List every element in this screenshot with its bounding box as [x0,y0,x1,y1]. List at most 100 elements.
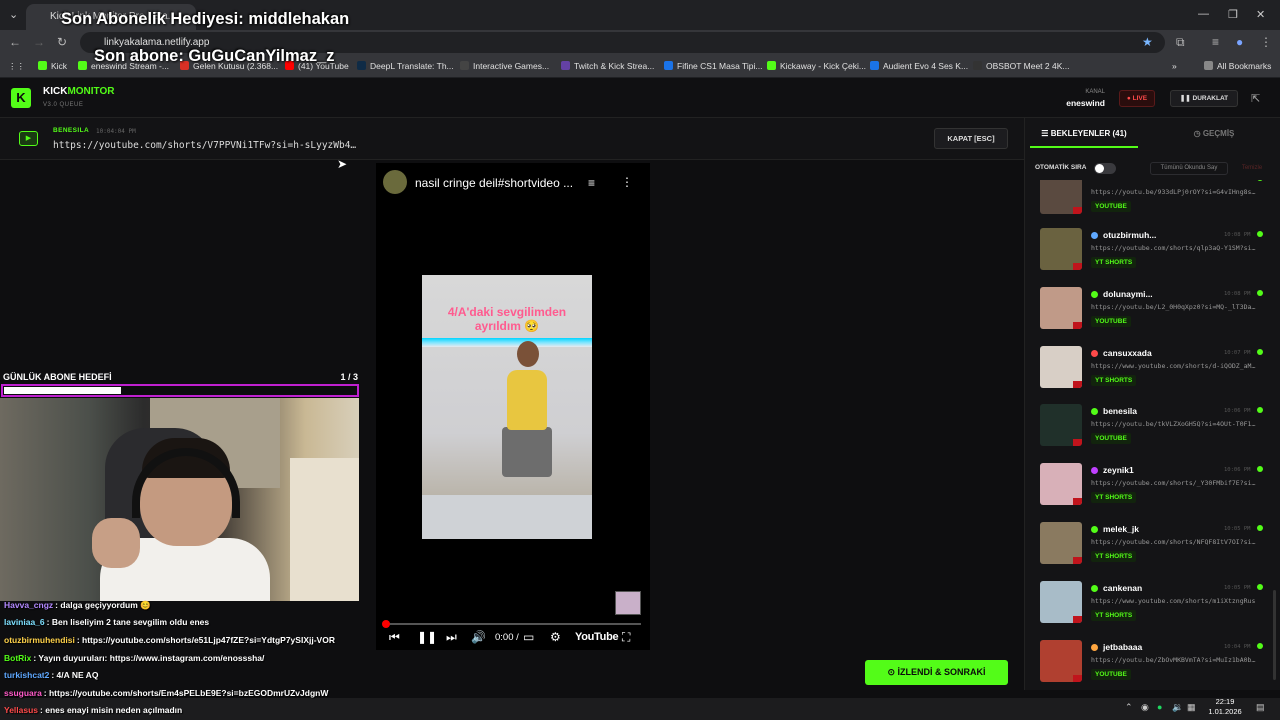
tab-waiting[interactable]: ☰ BEKLEYENLER (41) [1030,122,1138,148]
mark-all-read-button[interactable]: Tümünü Okundu Say [1150,162,1228,175]
bookmark-item[interactable]: Fifine CS1 Masa Tipi... [664,61,763,71]
queue-item[interactable]: melek_jk 10:05 PM https://youtube.com/shor… [1028,518,1272,576]
chat-text: : enes enayi misin neden açılmadın [40,705,183,715]
queue-thumbnail[interactable] [1040,287,1082,329]
clear-button[interactable]: Temizle [1232,162,1272,175]
queue-type-badge: YT SHORTS [1091,257,1137,268]
next-icon[interactable]: ⏭ [446,630,457,645]
queue-item[interactable]: jetbabaaa 10:04 PM https://youtu.be/ZbOvMK… [1028,636,1272,688]
media-icon[interactable]: ≡ [1212,35,1219,49]
all-bookmarks[interactable]: All Bookmarks [1204,61,1271,71]
tray-app-icon[interactable]: ◉ [1141,702,1149,713]
youtube-icon [1073,557,1082,564]
forward-icon[interactable]: → [33,35,45,49]
more-bookmarks-icon[interactable]: » [1172,61,1177,71]
youtube-icon [1073,439,1082,446]
youtube-icon [1073,322,1082,329]
queue-thumbnail[interactable] [1040,404,1082,446]
extensions-icon[interactable]: ⧉ [1176,35,1185,50]
profile-icon[interactable]: ● [1236,35,1243,49]
captions-icon[interactable]: ▭ [523,630,534,644]
channel-avatar[interactable] [383,170,407,194]
video-progress-bar[interactable] [385,623,641,625]
playlist-add-icon[interactable]: ≡ [588,176,595,190]
pause-icon[interactable]: ❚❚ [417,630,437,644]
queue-scrollbar[interactable] [1272,180,1277,688]
queue-thumbnail[interactable] [1040,346,1082,388]
volume-tray-icon[interactable]: 🔉 [1172,702,1183,713]
bookmark-item[interactable]: Kick [38,61,67,71]
minimize-icon[interactable]: — [1198,8,1209,20]
queue-item[interactable]: zeynik1 10:06 PM https://youtube.com/short… [1028,459,1272,517]
video-frame[interactable]: 4/A'daki sevgilimden ayrıldım 🥺 [422,275,592,539]
queue-item[interactable]: otuzbirmuh... 10:08 PM https://youtube.com… [1028,224,1272,282]
settings-gear-icon[interactable]: ⚙ [550,630,561,644]
bookmark-star-icon[interactable]: ★ [1142,35,1153,49]
reload-icon[interactable]: ↻ [57,35,67,49]
brand-title: KICKMONITOR [43,86,115,97]
notification-icon[interactable]: ▤ [1256,702,1265,713]
auto-queue-toggle[interactable] [1094,163,1116,174]
queue-item[interactable]: dolunaymi... 10:08 PM https://youtu.be/L2_… [1028,283,1272,341]
network-icon[interactable]: ▦ [1187,702,1196,713]
platform-dot-icon [1091,291,1098,298]
status-dot-icon [1257,525,1263,531]
bookmark-item[interactable]: DeepL Translate: Th... [357,61,454,71]
volume-icon[interactable]: 🔊 [471,630,486,644]
logout-icon[interactable]: ⇱ [1251,92,1260,105]
bookmark-item[interactable]: Twitch & Kick Strea... [561,61,654,71]
queue-url[interactable]: https://youtube.com/shorts/NFQF8ItV7OI?s… [1091,538,1272,546]
video-title[interactable]: nasil cringe deil#shortvideo ... [415,176,580,190]
bookmark-item[interactable]: OBSBOT Meet 2 4K... [973,61,1069,71]
youtube-icon [1073,675,1082,682]
queue-url[interactable]: https://youtu.be/933dLPj0rOY?si=G4vIHng8… [1091,188,1272,196]
video-decoration [422,338,592,347]
spotify-icon[interactable]: ● [1157,702,1162,712]
queue-time: 10:08 PM [1224,232,1251,238]
webcam-feed [0,398,359,601]
bookmark-item[interactable]: Interactive Games... [460,61,549,71]
bookmark-item[interactable]: Kickaway - Kick Çeki... [767,61,866,71]
close-window-icon[interactable]: ✕ [1256,8,1265,21]
queue-thumbnail[interactable] [1040,228,1082,270]
queue-thumbnail[interactable] [1040,581,1082,623]
queue-time: 10:04 PM [1224,644,1251,650]
tab-list-icon[interactable]: ⌄ [9,8,18,21]
now-playing-url[interactable]: https://youtube.com/shorts/V7PPVNi1TFw?s… [53,140,356,151]
queue-url[interactable]: https://www.youtube.com/shorts/d-iQODZ_a… [1091,362,1272,370]
menu-icon[interactable]: ⋮ [1260,35,1272,49]
watched-next-button[interactable]: ⊙ İZLENDİ & SONRAKİ [865,660,1008,685]
queue-thumbnail[interactable] [1040,463,1082,505]
queue-thumbnail[interactable] [1040,180,1082,214]
status-dot-icon [1257,407,1263,413]
youtube-icon [1073,381,1082,388]
queue-thumbnail[interactable] [1040,522,1082,564]
back-icon[interactable]: ← [9,35,21,49]
bookmark-item[interactable]: Audient Evo 4 Ses K... [870,61,968,71]
queue-url[interactable]: https://youtube.com/shorts/qlp3aQ-Y1SM?s… [1091,244,1272,252]
tray-chevron-icon[interactable]: ⌃ [1125,702,1133,713]
pause-button[interactable]: ❚❚ DURAKLAT [1170,90,1238,107]
apps-icon[interactable]: ⋮⋮ [8,61,25,72]
more-options-icon[interactable]: ⋮ [621,175,633,189]
queue-url[interactable]: https://www.youtube.com/shorts/m1iXtzngR… [1091,597,1272,605]
video-thumbnail[interactable] [615,591,641,615]
close-button[interactable]: KAPAT [ESC] [934,128,1008,149]
queue-item[interactable]: cansuxxada 10:07 PM https://www.youtube.co… [1028,342,1272,400]
previous-icon[interactable]: ⏮ [389,630,400,645]
status-dot-icon [1257,466,1263,472]
queue-item[interactable]: benesila 10:06 PM https://youtu.be/tkVLZXo… [1028,400,1272,458]
restore-icon[interactable]: ❐ [1228,8,1238,21]
fullscreen-icon[interactable]: ⛶ [622,630,630,645]
video-scrubber[interactable] [382,620,390,628]
queue-item[interactable]: cankenan 10:05 PM https://www.youtube.com/… [1028,577,1272,635]
tab-history[interactable]: ◷ GEÇMİŞ [1160,122,1268,148]
queue-url[interactable]: https://youtu.be/L2_0H0qXpz0?si=MQ-_lT3D… [1091,303,1272,311]
queue-thumbnail[interactable] [1040,640,1082,682]
queue-url[interactable]: https://youtu.be/tkVLZXoGH5Q?si=4OUt-T0F… [1091,420,1272,428]
chat-text: : 4/A NE AQ [51,670,99,680]
queue-item[interactable]: https://youtu.be/933dLPj0rOY?si=G4vIHng8… [1028,180,1272,226]
queue-url[interactable]: https://youtube.com/shorts/_Y30FMbif7E?s… [1091,479,1272,487]
queue-url[interactable]: https://youtu.be/ZbOvMKBVmTA?si=MuIz1bA0… [1091,656,1272,664]
youtube-logo[interactable]: YouTube [575,631,619,643]
